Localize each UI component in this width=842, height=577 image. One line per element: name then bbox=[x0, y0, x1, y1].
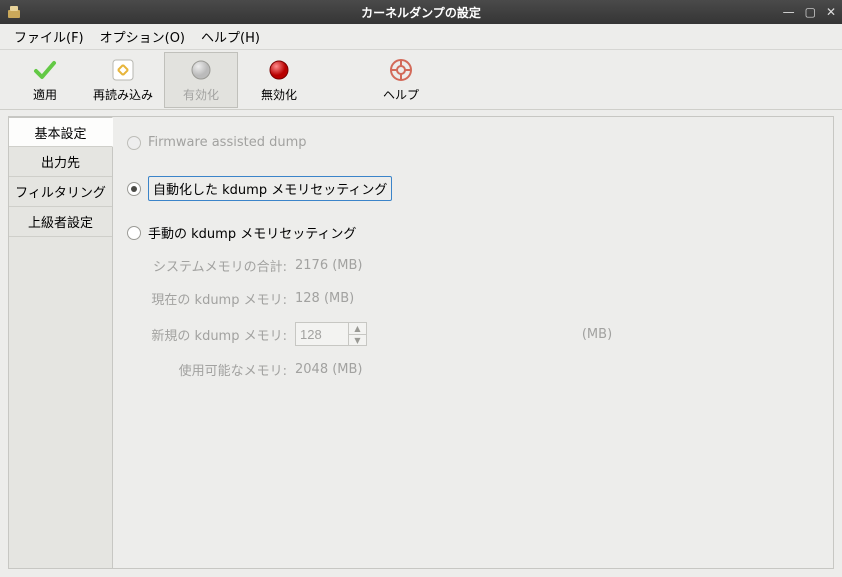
total-memory-label: システムメモリの合計: bbox=[137, 256, 287, 275]
tab-expert[interactable]: 上級者設定 bbox=[9, 207, 112, 237]
content-frame: 基本設定 出力先 フィルタリング 上級者設定 Firmware assisted… bbox=[8, 116, 834, 569]
option-firmware-dump: Firmware assisted dump bbox=[127, 135, 819, 150]
app-icon bbox=[6, 4, 22, 20]
new-kdump-unit: (MB) bbox=[582, 327, 819, 342]
memory-grid: システムメモリの合計: 2176 (MB) 現在の kdump メモリ: 128… bbox=[137, 256, 819, 379]
maximize-button[interactable]: ▢ bbox=[805, 5, 816, 19]
disable-label: 無効化 bbox=[261, 86, 297, 103]
new-kdump-label: 新規の kdump メモリ: bbox=[137, 325, 287, 344]
spin-down-icon: ▼ bbox=[349, 334, 366, 345]
tab-filter[interactable]: フィルタリング bbox=[9, 177, 112, 207]
option-auto-label: 自動化した kdump メモリセッティング bbox=[148, 176, 392, 201]
enable-label: 有効化 bbox=[183, 86, 219, 103]
window-title: カーネルダンプの設定 bbox=[0, 4, 842, 21]
minimize-button[interactable]: — bbox=[783, 5, 795, 19]
current-kdump-label: 現在の kdump メモリ: bbox=[137, 289, 287, 308]
checkmark-icon bbox=[32, 56, 58, 84]
total-memory-value: 2176 (MB) bbox=[295, 258, 574, 273]
reload-label: 再読み込み bbox=[93, 86, 153, 103]
help-button[interactable]: ヘルプ bbox=[364, 52, 438, 108]
option-auto-kdump[interactable]: 自動化した kdump メモリセッティング bbox=[127, 176, 819, 201]
help-icon bbox=[389, 56, 413, 84]
option-manual-label: 手動の kdump メモリセッティング bbox=[148, 223, 356, 242]
close-button[interactable]: ✕ bbox=[826, 5, 836, 19]
reload-icon bbox=[110, 56, 136, 84]
side-tabs: 基本設定 出力先 フィルタリング 上級者設定 bbox=[9, 117, 113, 568]
reload-button[interactable]: 再読み込み bbox=[86, 52, 160, 108]
menu-help[interactable]: ヘルプ(H) bbox=[193, 24, 268, 49]
current-kdump-value: 128 (MB) bbox=[295, 291, 574, 306]
disable-button[interactable]: 無効化 bbox=[242, 52, 316, 108]
window-root: カーネルダンプの設定 — ▢ ✕ ファイル(F) オプション(O) ヘルプ(H)… bbox=[0, 0, 842, 577]
option-manual-kdump[interactable]: 手動の kdump メモリセッティング bbox=[127, 223, 819, 242]
enable-button: 有効化 bbox=[164, 52, 238, 108]
disable-icon bbox=[268, 56, 290, 84]
apply-label: 適用 bbox=[33, 86, 57, 103]
apply-button[interactable]: 適用 bbox=[8, 52, 82, 108]
spin-up-icon: ▲ bbox=[349, 323, 366, 334]
tab-output[interactable]: 出力先 bbox=[9, 147, 112, 177]
new-kdump-input bbox=[296, 323, 348, 345]
tab-basic[interactable]: 基本設定 bbox=[9, 117, 113, 147]
toolbar: 適用 再読み込み 有効化 無効化 ヘルプ bbox=[0, 50, 842, 110]
help-label: ヘルプ bbox=[383, 86, 419, 103]
option-firmware-label: Firmware assisted dump bbox=[148, 135, 307, 150]
menu-file[interactable]: ファイル(F) bbox=[6, 24, 92, 49]
radio-manual-icon bbox=[127, 226, 141, 240]
basic-pane: Firmware assisted dump 自動化した kdump メモリセッ… bbox=[113, 117, 833, 568]
radio-auto-icon bbox=[127, 182, 141, 196]
menu-options[interactable]: オプション(O) bbox=[92, 24, 193, 49]
new-kdump-spinbox: ▲ ▼ bbox=[295, 322, 367, 346]
titlebar: カーネルダンプの設定 — ▢ ✕ bbox=[0, 0, 842, 24]
enable-icon bbox=[190, 56, 212, 84]
radio-firmware-icon bbox=[127, 136, 141, 150]
menubar: ファイル(F) オプション(O) ヘルプ(H) bbox=[0, 24, 842, 50]
usable-memory-label: 使用可能なメモリ: bbox=[137, 360, 287, 379]
usable-memory-value: 2048 (MB) bbox=[295, 362, 574, 377]
